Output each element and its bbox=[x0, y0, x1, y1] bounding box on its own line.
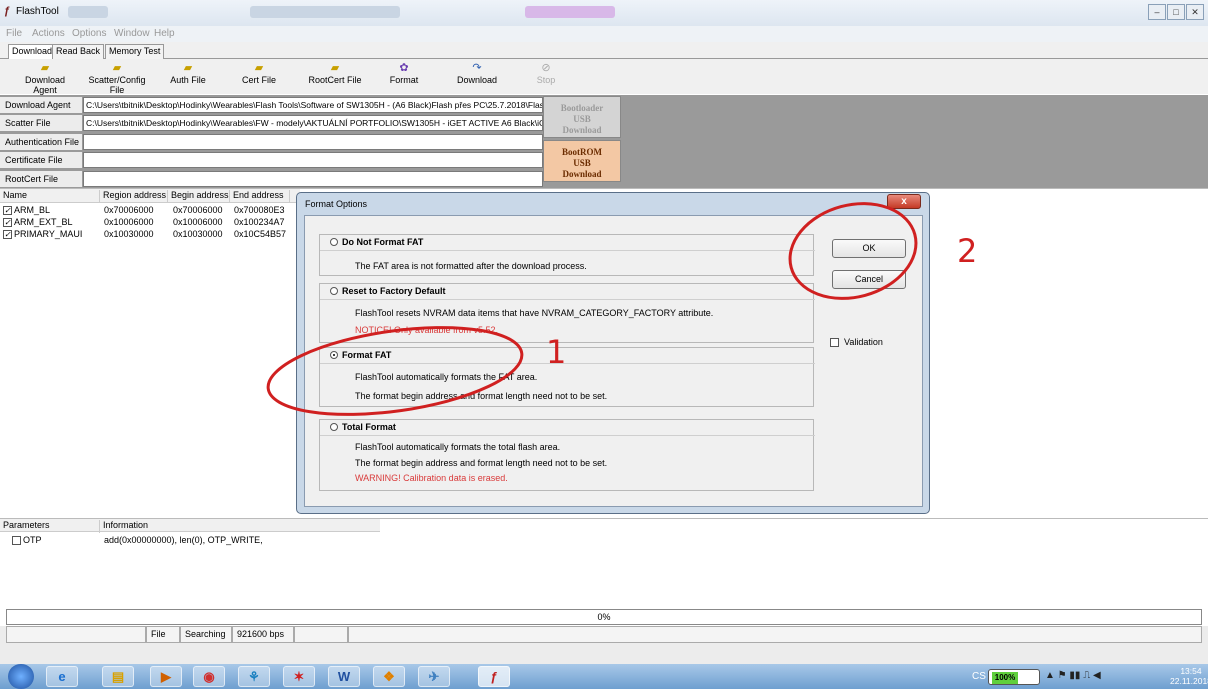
annotation-layer bbox=[266, 202, 918, 416]
annotation-circle-format-fat bbox=[266, 326, 524, 416]
annotation-number-2: 2 bbox=[957, 232, 978, 270]
annotation-number-1: 1 bbox=[546, 333, 567, 371]
annotation-circle-ok bbox=[788, 202, 918, 300]
